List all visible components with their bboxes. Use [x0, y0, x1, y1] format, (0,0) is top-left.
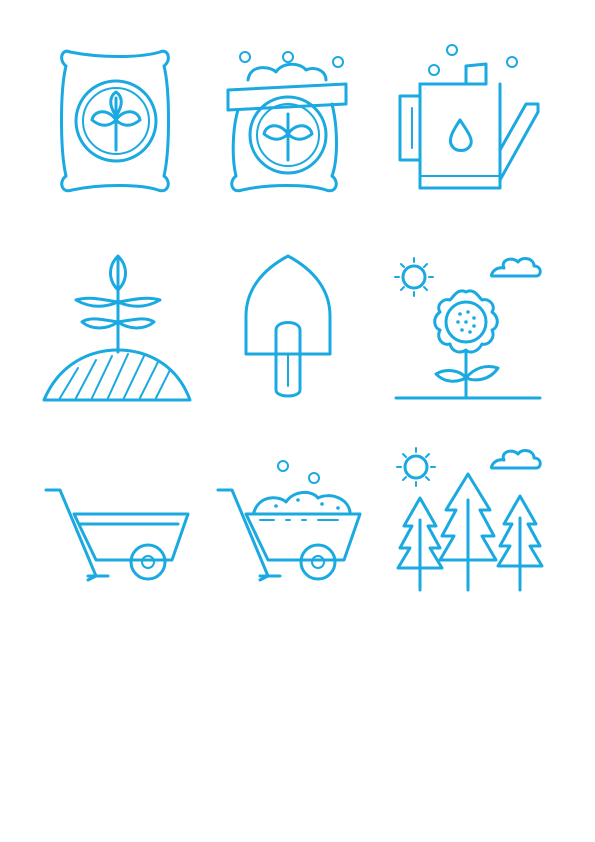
- sunflower-seeds-icon: [456, 310, 476, 334]
- shovel-icon: [244, 254, 332, 398]
- empty-wheelbarrow-icon: [44, 488, 190, 582]
- sunflower-icon: [394, 257, 542, 400]
- open-seed-bag-icon: [226, 51, 348, 193]
- watering-can-icon: [398, 44, 540, 190]
- icon-sheet: .stroke{stroke:#1aa9e0}.dot{fill:#1aa9e0…: [42, 44, 544, 592]
- seed-bag-icon: [60, 49, 170, 193]
- pine-forest-icon: [396, 447, 544, 592]
- soil-wheelbarrow-icon: [216, 460, 362, 582]
- sprout-mound-icon: [42, 254, 192, 402]
